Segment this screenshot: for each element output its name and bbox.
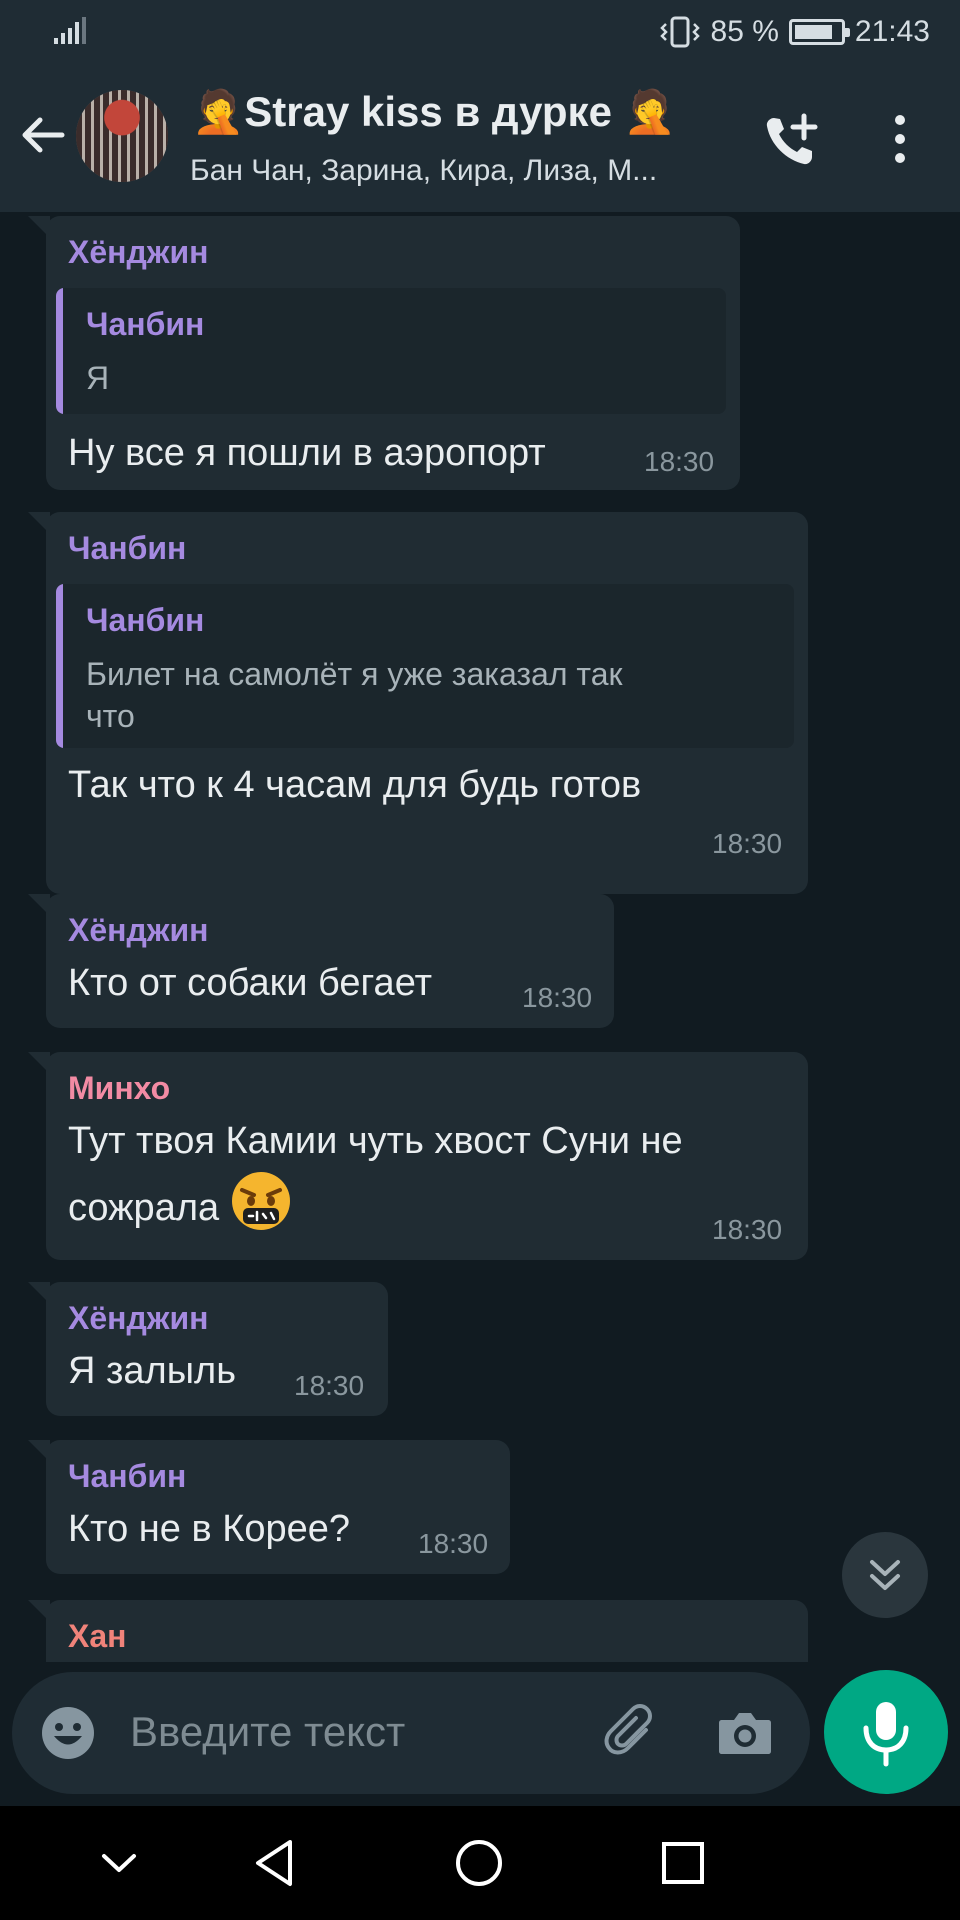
quote-sender: Чанбин xyxy=(86,306,205,342)
message-text: Так что к 4 часам для будь готов xyxy=(68,764,642,806)
quote-bar xyxy=(56,288,63,414)
message-composer: Введите текст xyxy=(12,1672,810,1794)
quote-sender: Чанбин xyxy=(86,602,205,638)
group-members[interactable]: Бан Чан, Зарина, Кира, Лиза, М... xyxy=(190,154,657,188)
message-time: 18:30 xyxy=(712,1214,783,1245)
message-bubble[interactable]: Хёнджин Кто от собаки бегает 18:30 xyxy=(28,894,614,1028)
message-text: Тут твоя Камии чуть хвост Суни не xyxy=(68,1120,683,1162)
message-text-line: сожрала xyxy=(68,1170,292,1239)
message-bubble[interactable]: Минхо Тут твоя Камии чуть хвост Суни не … xyxy=(28,1052,808,1260)
message-time: 18:30 xyxy=(418,1528,489,1559)
group-title[interactable]: 🤦Stray kiss в дурке 🤦 xyxy=(192,88,676,137)
chat-screen: 85 % 21:43 🤦Stray kiss в дурке 🤦 Бан Чан… xyxy=(0,0,960,1920)
message-sender: Хан xyxy=(68,1618,127,1654)
message-text: Кто от собаки бегает xyxy=(68,962,432,1004)
battery-icon xyxy=(788,19,850,45)
quote-text: что xyxy=(86,698,135,734)
message-input[interactable]: Введите текст xyxy=(130,1708,405,1756)
battery-percent: 85 % xyxy=(710,15,779,48)
more-vertical-icon[interactable] xyxy=(888,114,912,164)
chevron-down-icon[interactable] xyxy=(90,1834,148,1892)
message-bubble[interactable]: Хёнджин Я залыль 18:30 xyxy=(28,1282,388,1416)
message-time: 18:30 xyxy=(522,982,593,1013)
chat-header: 🤦Stray kiss в дурке 🤦 Бан Чан, Зарина, К… xyxy=(0,62,960,212)
message-sender: Минхо xyxy=(68,1070,171,1106)
arrow-left-icon[interactable] xyxy=(18,110,68,160)
status-bar: 85 % 21:43 xyxy=(0,0,960,62)
quoted-message[interactable]: Чанбин Я xyxy=(56,288,726,414)
nav-home-icon[interactable] xyxy=(450,1834,508,1892)
battery-level xyxy=(794,25,833,39)
face-with-symbols-on-mouth-icon xyxy=(231,1172,290,1230)
avatar-image xyxy=(76,90,168,182)
message-sender: Хёнджин xyxy=(68,912,209,948)
message-text: Я залыль xyxy=(68,1350,237,1392)
nav-back-icon[interactable] xyxy=(246,1834,304,1892)
status-right: 85 % 21:43 xyxy=(659,12,930,52)
message-sender: Чанбин xyxy=(68,1458,187,1494)
message-time: 18:30 xyxy=(294,1370,365,1401)
message-bubble[interactable]: Чанбин Чанбин Билет на самолёт я уже зак… xyxy=(28,512,808,894)
nav-recents-icon[interactable] xyxy=(654,1834,712,1892)
quote-text: Я xyxy=(86,360,110,396)
clock: 21:43 xyxy=(854,15,930,48)
quote-bar xyxy=(56,584,63,748)
message-time: 18:30 xyxy=(712,828,783,859)
phone-plus-icon[interactable] xyxy=(762,112,820,170)
camera-icon[interactable] xyxy=(716,1704,774,1762)
message-sender: Чанбин xyxy=(68,530,187,566)
message-text: Ну все я пошли в аэропорт xyxy=(68,432,546,474)
scroll-to-bottom-button[interactable] xyxy=(842,1532,928,1618)
message-list[interactable]: Хёнджин Чанбин Я Ну все я пошли в аэропо… xyxy=(0,212,960,1662)
message-text-part: сожрала xyxy=(68,1187,220,1229)
system-navigation-bar xyxy=(0,1806,960,1920)
message-bubble[interactable]: Хёнджин Чанбин Я Ну все я пошли в аэропо… xyxy=(28,216,740,490)
group-avatar[interactable] xyxy=(76,90,168,182)
message-text: Кто не в Корее? xyxy=(68,1508,351,1550)
message-sender: Хёнджин xyxy=(68,234,209,270)
paperclip-icon[interactable] xyxy=(602,1702,662,1762)
microphone-icon xyxy=(863,1702,909,1767)
chevrons-down-icon xyxy=(870,1560,900,1590)
quote-text: Билет на самолёт я уже заказал так xyxy=(86,656,623,692)
message-sender: Хёнджин xyxy=(68,1300,209,1336)
quoted-message[interactable]: Чанбин Билет на самолёт я уже заказал та… xyxy=(56,584,794,748)
message-bubble[interactable]: Хан xyxy=(28,1600,808,1662)
message-time: 18:30 xyxy=(644,446,715,477)
voice-message-button[interactable] xyxy=(824,1670,948,1794)
emoji-icon[interactable] xyxy=(40,1705,96,1761)
vibrate-icon xyxy=(659,16,700,48)
message-bubble[interactable]: Чанбин Кто не в Корее? 18:30 xyxy=(28,1440,510,1574)
signal-icon xyxy=(54,17,86,44)
